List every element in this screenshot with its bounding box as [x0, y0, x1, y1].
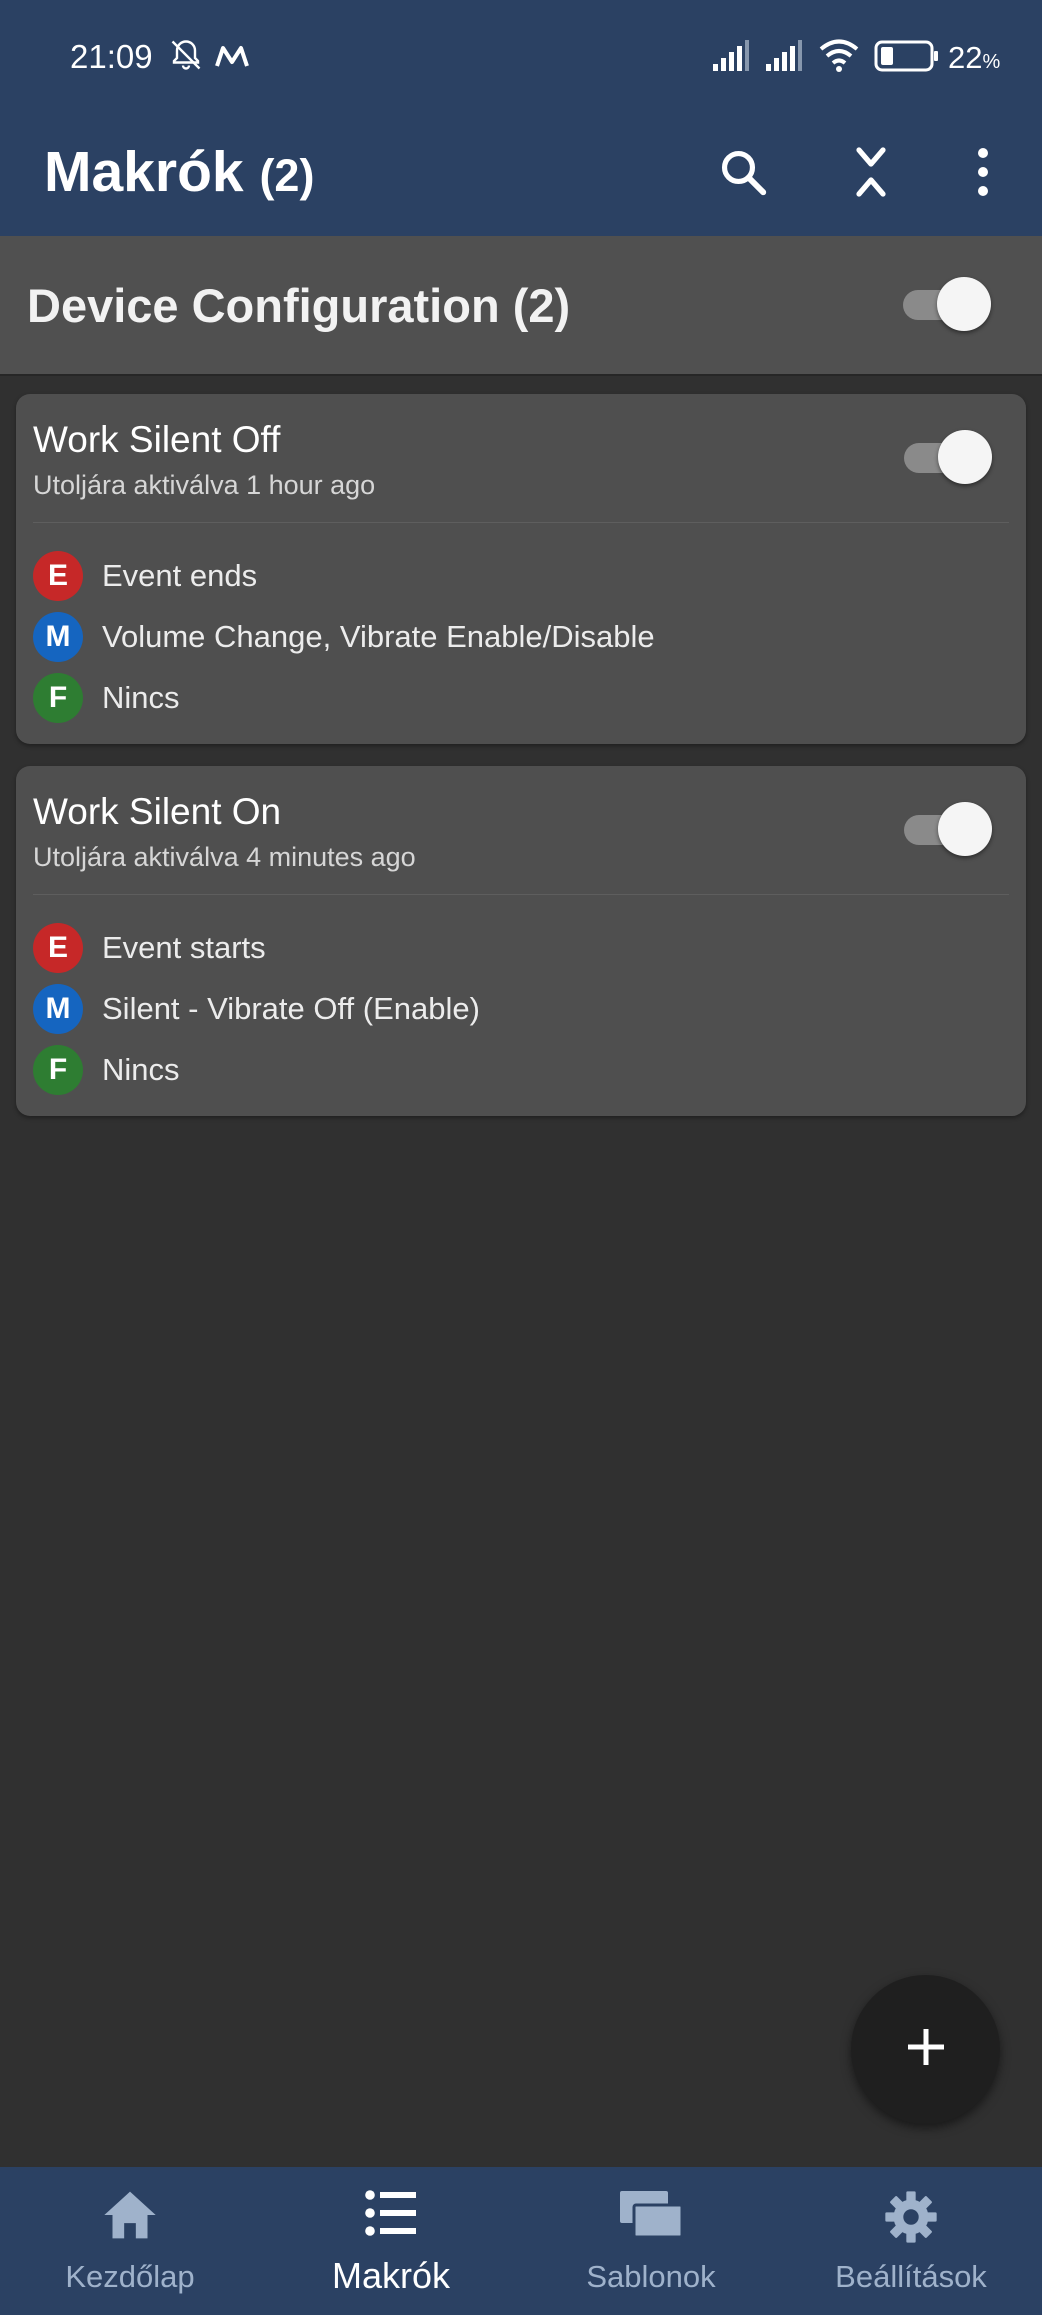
- battery-percent: 22%: [948, 40, 1001, 75]
- trigger-row: E Event starts: [33, 923, 266, 973]
- action-row: M Silent - Vibrate Off (Enable): [33, 984, 480, 1034]
- toggle-knob: [938, 430, 992, 484]
- page-title-text: Makrók: [44, 140, 244, 204]
- constraint-row: F Nincs: [33, 673, 180, 723]
- macrodroid-icon: [214, 44, 250, 75]
- trigger-row: E Event ends: [33, 551, 257, 601]
- macro-last-run: Utoljára aktiválva 4 minutes ago: [33, 842, 416, 872]
- constraint-row: F Nincs: [33, 1045, 180, 1095]
- collapse-icon: [849, 145, 893, 204]
- nav-label: Kezdőlap: [65, 2259, 195, 2294]
- constraint-text: Nincs: [102, 680, 180, 715]
- trigger-badge: E: [33, 551, 83, 601]
- macro-card[interactable]: Work Silent Off Utoljára aktiválva 1 hou…: [16, 394, 1026, 744]
- signal-icon: [764, 40, 804, 77]
- category-toggle[interactable]: [903, 277, 991, 331]
- trigger-text: Event ends: [102, 558, 258, 593]
- action-badge: M: [33, 984, 83, 1034]
- search-icon: [716, 145, 770, 204]
- macro-toggle[interactable]: [904, 430, 992, 484]
- page-title-count: (2): [259, 150, 315, 201]
- nav-label: Beállítások: [835, 2259, 987, 2294]
- nav-label: Sablonok: [586, 2259, 716, 2294]
- constraint-badge: F: [33, 1045, 83, 1095]
- status-bar: 21:09 22%: [0, 0, 1042, 118]
- macro-name: Work Silent On: [33, 791, 282, 832]
- list-icon: [364, 2189, 418, 2249]
- category-header[interactable]: Device Configuration (2): [0, 236, 1042, 376]
- more-vert-icon: [976, 147, 990, 202]
- add-macro-button[interactable]: [851, 1975, 1000, 2124]
- card-divider: [33, 894, 1009, 895]
- collapse-button[interactable]: [831, 134, 911, 214]
- trigger-text: Event starts: [102, 930, 266, 965]
- nav-item-macros[interactable]: Makrók: [261, 2167, 521, 2315]
- home-icon: [102, 2189, 158, 2249]
- toggle-knob: [938, 802, 992, 856]
- app-bar: Makrók (2): [0, 118, 1042, 236]
- constraint-badge: F: [33, 673, 83, 723]
- wifi-icon: [818, 38, 860, 77]
- macro-name: Work Silent Off: [33, 419, 281, 460]
- action-row: M Volume Change, Vibrate Enable/Disable: [33, 612, 655, 662]
- action-text: Silent - Vibrate Off (Enable): [102, 991, 480, 1026]
- add-icon: [904, 2025, 948, 2074]
- alarm-off-icon: [168, 36, 204, 79]
- page-title: Makrók (2): [44, 132, 314, 216]
- card-divider: [33, 522, 1009, 523]
- settings-icon: [883, 2189, 939, 2249]
- constraint-text: Nincs: [102, 1052, 180, 1087]
- macro-toggle[interactable]: [904, 802, 992, 856]
- status-time: 21:09: [70, 38, 153, 75]
- action-badge: M: [33, 612, 83, 662]
- templates-icon: [618, 2189, 684, 2249]
- toggle-knob: [937, 277, 991, 331]
- more-options-button[interactable]: [943, 134, 1023, 214]
- nav-item-settings[interactable]: Beállítások: [781, 2167, 1041, 2315]
- macro-card[interactable]: Work Silent On Utoljára aktiválva 4 minu…: [16, 766, 1026, 1116]
- search-button[interactable]: [703, 134, 783, 214]
- nav-item-home[interactable]: Kezdőlap: [0, 2167, 260, 2315]
- trigger-badge: E: [33, 923, 83, 973]
- signal-icon: [711, 40, 751, 77]
- macro-last-run: Utoljára aktiválva 1 hour ago: [33, 470, 376, 500]
- nav-item-templates[interactable]: Sablonok: [521, 2167, 781, 2315]
- category-title: Device Configuration (2): [27, 279, 571, 332]
- action-text: Volume Change, Vibrate Enable/Disable: [102, 619, 655, 654]
- bottom-nav: Kezdőlap Makrók Sablonok Beállítások: [0, 2167, 1042, 2315]
- nav-label: Makrók: [331, 2255, 451, 2296]
- battery-icon: [874, 40, 940, 77]
